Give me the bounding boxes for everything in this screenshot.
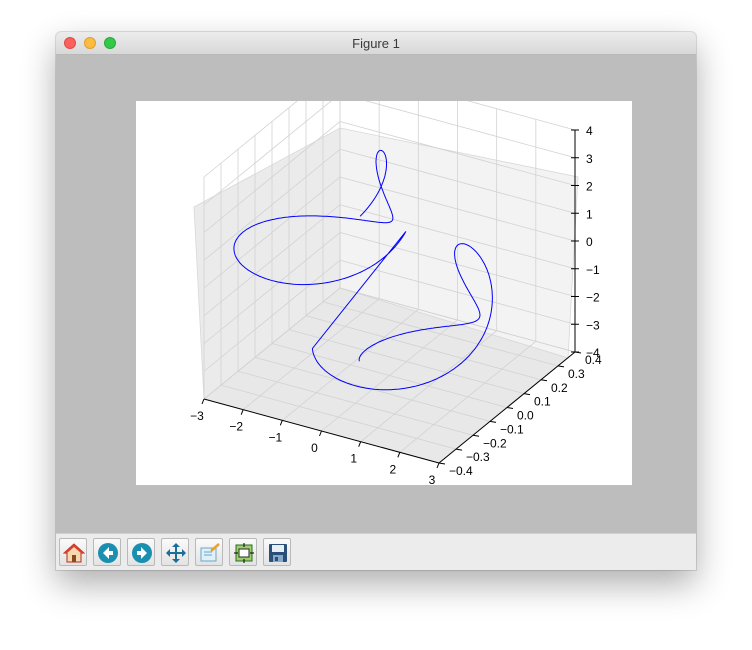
z-tick-label: −1 bbox=[586, 263, 600, 277]
z-tick-label: 1 bbox=[586, 207, 593, 221]
x-tick-label: 3 bbox=[429, 473, 436, 485]
pan-button[interactable] bbox=[161, 538, 189, 566]
z-tick-label: −2 bbox=[586, 291, 600, 305]
figure-canvas[interactable]: −3 −2 −1 0 1 2 3 −0.4 −0.3 −0.2 −0.1 0.0 0.1 0.2 0.3 0.… bbox=[136, 101, 632, 485]
window-title: Figure 1 bbox=[352, 36, 400, 51]
z-tick-label: −3 bbox=[586, 318, 600, 332]
z-tick-label: 4 bbox=[586, 124, 593, 138]
x-tick-label: −2 bbox=[229, 420, 243, 434]
zoom-button[interactable] bbox=[195, 538, 223, 566]
y-tick-label: −0.4 bbox=[449, 464, 473, 478]
z-tick-label: 0 bbox=[586, 235, 593, 249]
subplots-button[interactable] bbox=[229, 538, 257, 566]
y-tick-label: 0.3 bbox=[568, 367, 585, 381]
x-tick-label: −3 bbox=[190, 409, 204, 423]
plot-3d[interactable]: −3−2−10123−0.4−0.3−0.2−0.10.00.10.20.30.… bbox=[136, 101, 632, 485]
y-tick-label: 0.2 bbox=[551, 381, 568, 395]
x-tick-label: −1 bbox=[268, 430, 282, 444]
back-button[interactable] bbox=[93, 538, 121, 566]
save-button[interactable] bbox=[263, 538, 291, 566]
y-tick-label: −0.3 bbox=[466, 450, 490, 464]
x-tick-label: 0 bbox=[311, 441, 318, 455]
z-tick-label: −4 bbox=[586, 346, 600, 360]
forward-arrow-icon bbox=[132, 543, 152, 563]
configure-subplots-icon bbox=[234, 543, 254, 563]
x-tick-label: 2 bbox=[389, 462, 396, 476]
zoom-rect-icon bbox=[200, 543, 220, 562]
floppy-disk-icon bbox=[269, 544, 287, 562]
home-icon bbox=[63, 543, 85, 563]
figure-window: Figure 1 −3 −2 −1 0 1 2 3 −0.4 −0.3 −0.2 −0.1 0.0 0.… bbox=[56, 32, 696, 570]
z-tick-label: 2 bbox=[586, 180, 593, 194]
title-bar: Figure 1 bbox=[56, 32, 696, 55]
forward-button[interactable] bbox=[127, 538, 155, 566]
home-button[interactable] bbox=[59, 538, 87, 566]
y-tick-label: 0.1 bbox=[534, 395, 551, 409]
move-arrows-icon bbox=[166, 543, 186, 563]
back-arrow-icon bbox=[98, 543, 118, 563]
y-tick-label: 0.0 bbox=[517, 409, 534, 423]
navigation-toolbar bbox=[56, 533, 696, 570]
z-tick-label: 3 bbox=[586, 152, 593, 166]
y-tick-label: −0.1 bbox=[500, 422, 524, 436]
x-tick-label: 1 bbox=[350, 452, 357, 466]
y-tick-label: −0.2 bbox=[483, 436, 507, 450]
